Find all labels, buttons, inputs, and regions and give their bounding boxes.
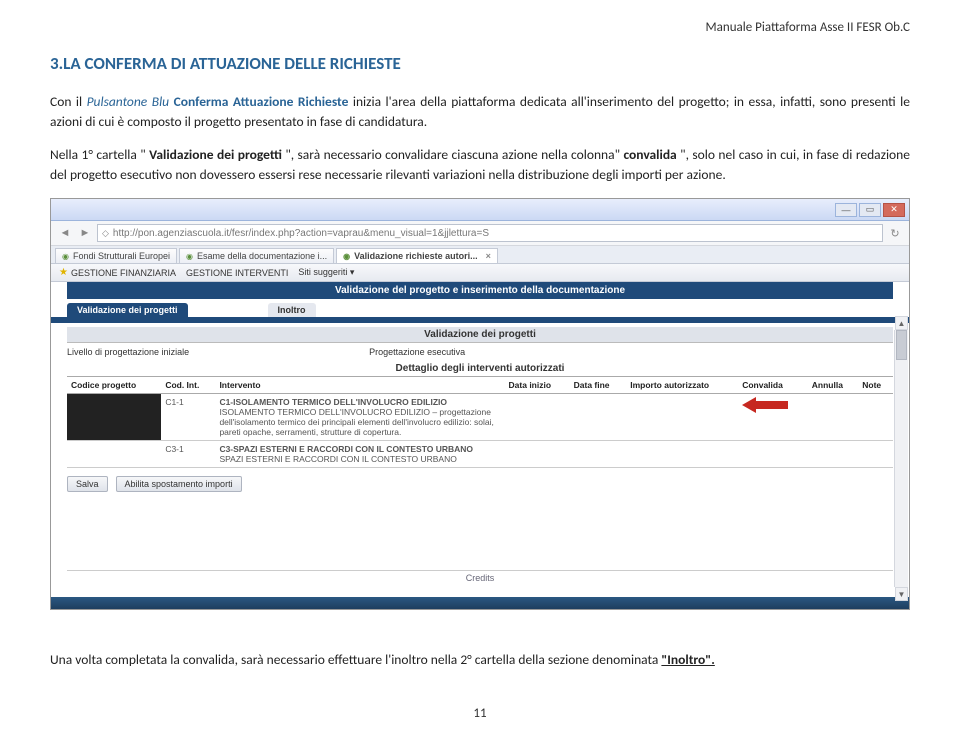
col-note: Note [858, 377, 893, 394]
cell-cod-int: C3-1 [161, 441, 215, 468]
pulsantone-blu-label: Pulsantone Blu [87, 93, 170, 110]
fav-label: GESTIONE FINANZIARIA [71, 268, 176, 278]
label-livello-iniziale: Livello di progettazione iniziale [67, 347, 189, 357]
refresh-icon[interactable]: ↻ [887, 225, 903, 241]
tab-label: Validazione richieste autori... [354, 251, 478, 261]
text: Una volta completata la convalida, sarà … [50, 651, 661, 668]
section-banner-validazione: Validazione del progetto e inserimento d… [67, 282, 893, 299]
col-annulla: Annulla [808, 377, 858, 394]
col-intervento: Intervento [215, 377, 504, 394]
tab-close-icon[interactable]: × [486, 251, 491, 261]
maximize-button[interactable]: ▭ [859, 203, 881, 217]
cell-intervento: C1-ISOLAMENTO TERMICO DELL'INVOLUCRO EDI… [215, 394, 504, 441]
col-codice-progetto: Codice progetto [67, 377, 161, 394]
fav-gestione-interventi[interactable]: GESTIONE INTERVENTI [186, 268, 288, 278]
row-title: C3-SPAZI ESTERNI E RACCORDI CON IL CONTE… [219, 444, 473, 454]
table-title: Dettaglio degli interventi autorizzati [67, 361, 893, 376]
row-desc: SPAZI ESTERNI E RACCORDI CON IL CONTESTO… [219, 454, 456, 464]
col-cod-int: Cod. Int. [161, 377, 215, 394]
red-arrow-icon [742, 397, 788, 413]
tab-fondi[interactable]: ◉ Fondi Strutturali Europei [55, 248, 177, 263]
menu-label: Siti suggeriti ▾ [298, 267, 354, 278]
tab-icon: ◉ [186, 252, 193, 261]
subsection-row: Livello di progettazione iniziale Proget… [51, 345, 909, 359]
table-row: C3-1 C3-SPAZI ESTERNI E RACCORDI CON IL … [67, 441, 893, 468]
taskbar-footer [51, 597, 909, 609]
abilita-spostamento-button[interactable]: Abilita spostamento importi [116, 476, 242, 492]
label-progettazione-esecutiva: Progettazione esecutiva [369, 347, 465, 357]
paragraph-1: Con il Pulsantone Blu Conferma Attuazion… [50, 92, 910, 131]
salva-button[interactable]: Salva [67, 476, 108, 492]
favorites-bar: ★ GESTIONE FINANZIARIA GESTIONE INTERVEN… [51, 264, 909, 282]
button-ref-conferma: Conferma Attuazione Richieste [174, 93, 349, 110]
column-ref-convalida: convalida [623, 146, 676, 163]
nav-toolbar: ◄ ► ◇ http://pon.agenziascuola.it/fesr/i… [51, 221, 909, 246]
back-icon[interactable]: ◄ [57, 225, 73, 241]
col-convalida: Convalida [738, 377, 808, 394]
text: Nella 1° cartella " [50, 146, 146, 163]
tab-label: Esame della documentazione i... [197, 251, 327, 261]
tab-validazione[interactable]: ◉ Validazione richieste autori... × [336, 248, 498, 263]
table-row: C1-1 C1-ISOLAMENTO TERMICO DELL'INVOLUCR… [67, 394, 893, 441]
subsection-banner: Validazione dei progetti [67, 327, 893, 343]
star-icon: ★ [59, 267, 68, 278]
tab-icon: ◉ [62, 252, 69, 261]
fav-label: GESTIONE INTERVENTI [186, 268, 288, 278]
cell-cod-int: C1-1 [161, 394, 215, 441]
minimize-button[interactable]: — [835, 203, 857, 217]
scrollbar[interactable]: ▲ ▼ [894, 330, 908, 587]
tab-label: Fondi Strutturali Europei [73, 251, 170, 261]
text: ", sarà necessario convalidare ciascuna … [285, 146, 623, 163]
url-text: http://pon.agenziascuola.it/fesr/index.p… [113, 228, 489, 239]
col-data-inizio: Data inizio [505, 377, 570, 394]
header-manual-title: Manuale Piattaforma Asse II FESR Ob.C [50, 20, 910, 35]
row-desc: ISOLAMENTO TERMICO DELL'INVOLUCRO EDILIZ… [219, 407, 493, 437]
browser-screenshot: — ▭ ✕ ◄ ► ◇ http://pon.agenziascuola.it/… [50, 198, 910, 610]
url-bar[interactable]: ◇ http://pon.agenziascuola.it/fesr/index… [97, 224, 883, 242]
window-titlebar: — ▭ ✕ [51, 199, 909, 221]
tab-esame[interactable]: ◉ Esame della documentazione i... [179, 248, 334, 263]
text: Con il [50, 93, 87, 110]
scroll-thumb[interactable] [896, 330, 907, 360]
paragraph-2: Nella 1° cartella " Validazione dei prog… [50, 145, 910, 184]
folder-tabs: Validazione dei progetti Inoltro [51, 303, 909, 323]
browser-tabs: ◉ Fondi Strutturali Europei ◉ Esame dell… [51, 246, 909, 264]
forward-icon[interactable]: ► [77, 225, 93, 241]
page-number: 11 [50, 706, 910, 721]
scroll-up-icon[interactable]: ▲ [895, 316, 908, 330]
interventi-table: Codice progetto Cod. Int. Intervento Dat… [67, 376, 893, 468]
folder-ref-validazione: Validazione dei progetti [149, 146, 282, 163]
siti-suggeriti-menu[interactable]: Siti suggeriti ▾ [298, 267, 354, 278]
cell-intervento: C3-SPAZI ESTERNI E RACCORDI CON IL CONTE… [215, 441, 504, 468]
close-button[interactable]: ✕ [883, 203, 905, 217]
button-row: Salva Abilita spostamento importi [51, 468, 909, 500]
folder-inoltro[interactable]: Inoltro [268, 303, 316, 317]
paragraph-3: Una volta completata la convalida, sarà … [50, 650, 910, 670]
page-icon: ◇ [102, 228, 109, 239]
fav-gestione-finanziaria[interactable]: ★ GESTIONE FINANZIARIA [59, 267, 176, 278]
section-title: 3.LA CONFERMA DI ATTUAZIONE DELLE RICHIE… [50, 53, 910, 74]
credits-footer: Credits [67, 570, 893, 585]
tab-icon: ◉ [343, 252, 350, 261]
row-title: C1-ISOLAMENTO TERMICO DELL'INVOLUCRO EDI… [219, 397, 447, 407]
inoltro-ref: "Inoltro". [661, 651, 714, 668]
folder-validazione-progetti[interactable]: Validazione dei progetti [67, 303, 188, 317]
col-data-fine: Data fine [570, 377, 627, 394]
scroll-down-icon[interactable]: ▼ [895, 587, 908, 601]
col-importo: Importo autorizzato [626, 377, 738, 394]
page-content: Validazione del progetto e inserimento d… [51, 282, 909, 597]
